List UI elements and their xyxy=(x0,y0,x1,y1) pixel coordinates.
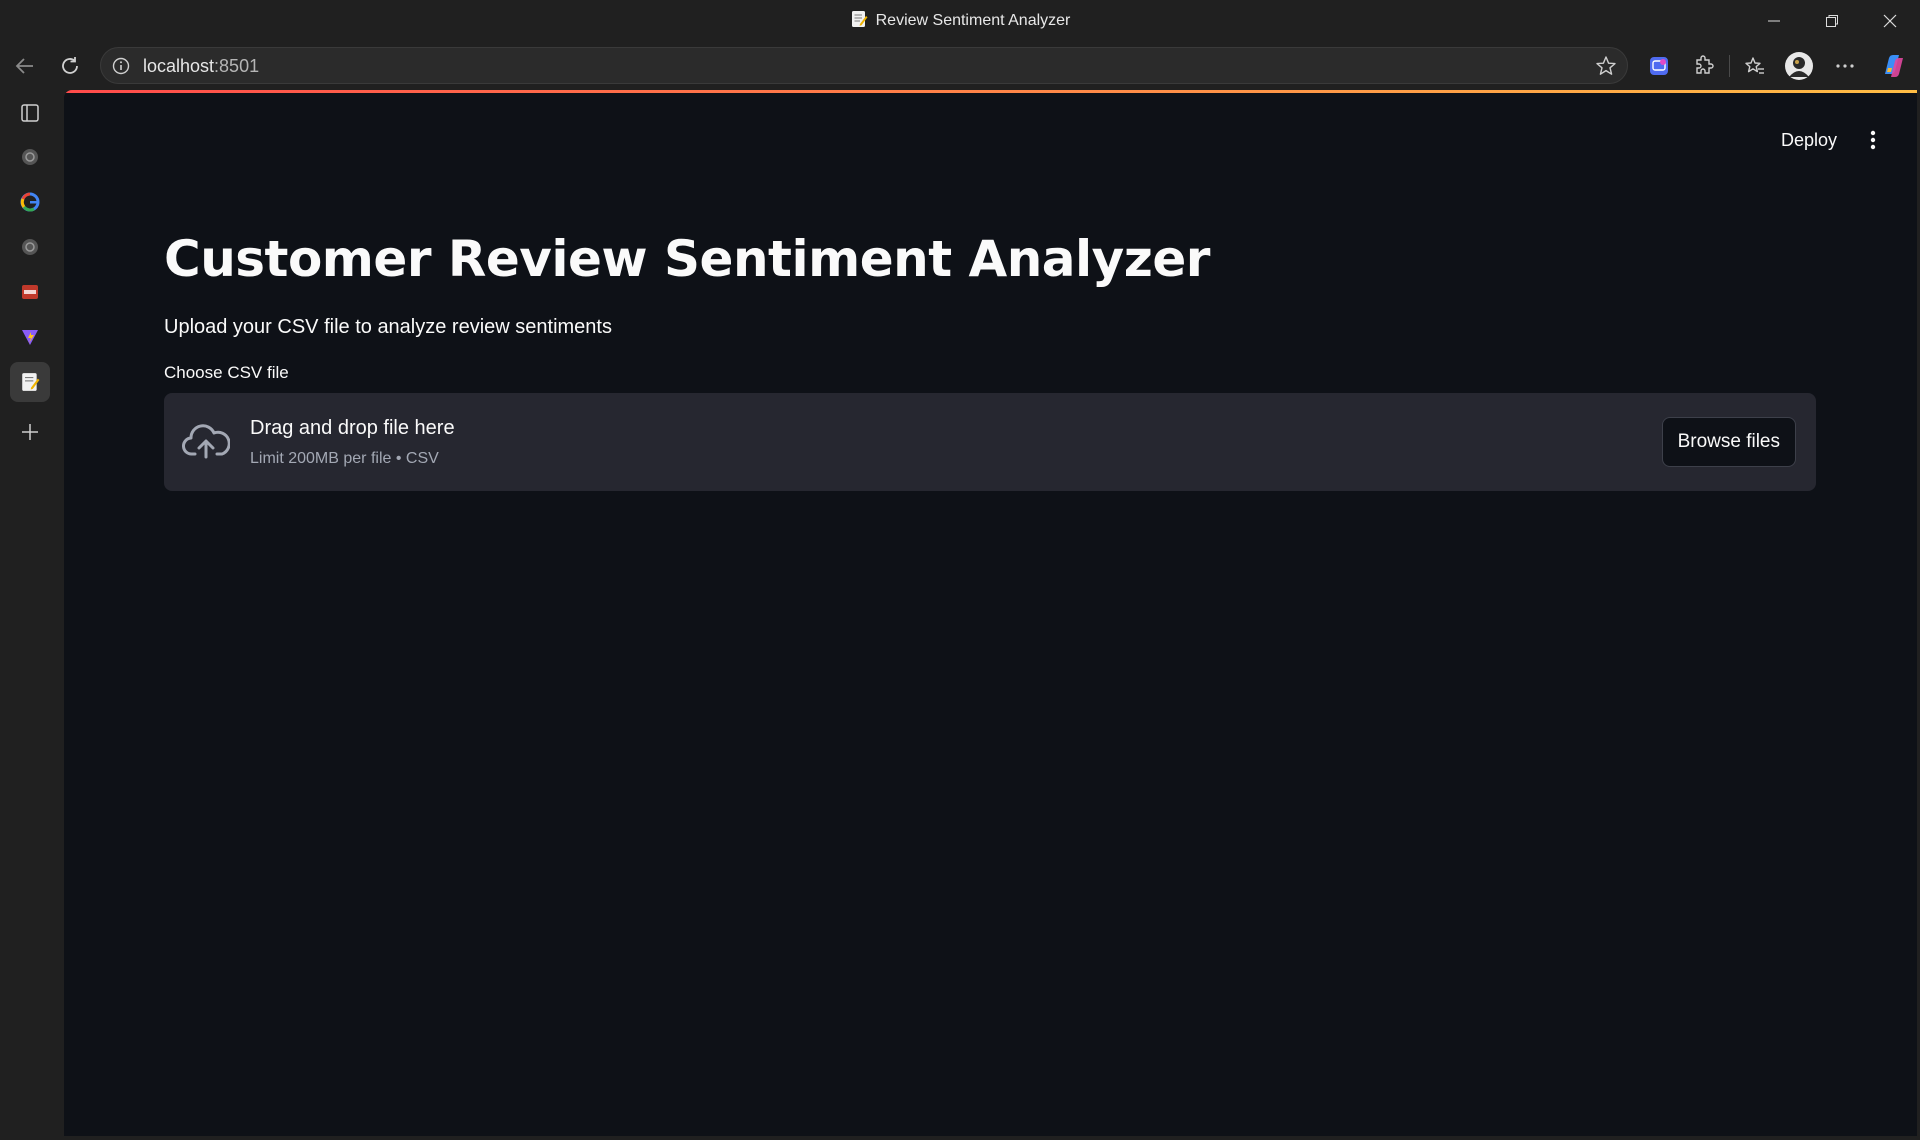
favorites-button[interactable] xyxy=(1738,49,1772,83)
url-host: localhost xyxy=(143,56,215,76)
site-info-icon[interactable] xyxy=(111,56,131,76)
plus-icon xyxy=(22,424,38,440)
minimize-icon xyxy=(1768,20,1780,21)
window-title-text: Review Sentiment Analyzer xyxy=(875,12,1071,29)
favorites-icon xyxy=(1745,57,1764,74)
page-subtitle: Upload your CSV file to analyze review s… xyxy=(164,316,612,338)
vertical-tab-strip xyxy=(0,90,64,1140)
back-button[interactable] xyxy=(8,49,42,83)
memo-icon xyxy=(851,11,868,27)
restore-icon xyxy=(1826,14,1838,27)
tab-item-1[interactable] xyxy=(10,137,50,177)
refresh-icon xyxy=(62,57,78,74)
dropzone-limit-text: Limit 200MB per file • CSV xyxy=(250,450,439,467)
tab-item-4[interactable] xyxy=(10,272,50,312)
favorite-star-icon[interactable] xyxy=(1595,55,1617,77)
extension-button[interactable] xyxy=(1642,49,1676,83)
tab-item-3[interactable] xyxy=(10,227,50,267)
page-title: Customer Review Sentiment Analyzer xyxy=(164,230,1210,288)
minimize-button[interactable] xyxy=(1745,0,1803,41)
extension-app-icon xyxy=(1650,57,1668,75)
tab-item-active[interactable] xyxy=(10,362,50,402)
avatar xyxy=(1785,52,1813,80)
generic-site-icon xyxy=(22,239,38,255)
pdf-icon xyxy=(22,285,38,299)
url-port: :8501 xyxy=(214,56,260,76)
file-uploader-label: Choose CSV file xyxy=(164,363,289,382)
tab-item-2[interactable] xyxy=(10,182,50,222)
window-title: Review Sentiment Analyzer xyxy=(0,10,1920,30)
file-dropzone[interactable]: Drag and drop file here Limit 200MB per … xyxy=(164,393,1816,491)
puzzle-icon xyxy=(1696,55,1714,74)
more-vertical-icon xyxy=(1870,130,1876,150)
tab-item-5[interactable] xyxy=(10,317,50,357)
memo-icon xyxy=(22,373,40,391)
profile-button[interactable] xyxy=(1782,49,1816,83)
restore-button[interactable] xyxy=(1803,0,1861,41)
sidebar-panel-icon xyxy=(21,104,39,122)
browser-toolbar: localhost:8501 xyxy=(0,41,1920,90)
url-text[interactable]: localhost:8501 xyxy=(143,56,259,77)
back-arrow-icon xyxy=(15,58,33,74)
browse-files-button[interactable]: Browse files xyxy=(1661,417,1796,467)
toolbar-divider xyxy=(1729,55,1730,77)
main-content: Customer Review Sentiment Analyzer Uploa… xyxy=(164,230,1816,491)
close-button[interactable] xyxy=(1861,0,1919,41)
window-titlebar: Review Sentiment Analyzer xyxy=(0,0,1920,41)
more-menu-button[interactable] xyxy=(1828,49,1862,83)
tab-actions-button[interactable] xyxy=(10,93,50,133)
page-viewport: Deploy Customer Review Sentiment Analyze… xyxy=(64,90,1917,1136)
new-tab-button[interactable] xyxy=(10,412,50,452)
address-bar[interactable]: localhost:8501 xyxy=(100,47,1628,84)
more-horizontal-icon xyxy=(1836,64,1854,68)
vite-icon xyxy=(22,330,38,345)
generic-site-icon xyxy=(22,149,38,165)
refresh-button[interactable] xyxy=(53,49,87,83)
google-icon xyxy=(20,192,40,212)
main-menu-button[interactable] xyxy=(1857,124,1889,156)
deploy-button[interactable]: Deploy xyxy=(1771,124,1847,157)
copilot-button[interactable] xyxy=(1876,49,1910,83)
close-icon xyxy=(1883,14,1897,27)
extensions-button[interactable] xyxy=(1687,49,1721,83)
dropzone-instructions: Drag and drop file here xyxy=(250,417,455,439)
copilot-icon xyxy=(1885,55,1903,77)
cloud-upload-icon xyxy=(182,424,230,459)
header-decoration-bar xyxy=(64,90,1917,93)
